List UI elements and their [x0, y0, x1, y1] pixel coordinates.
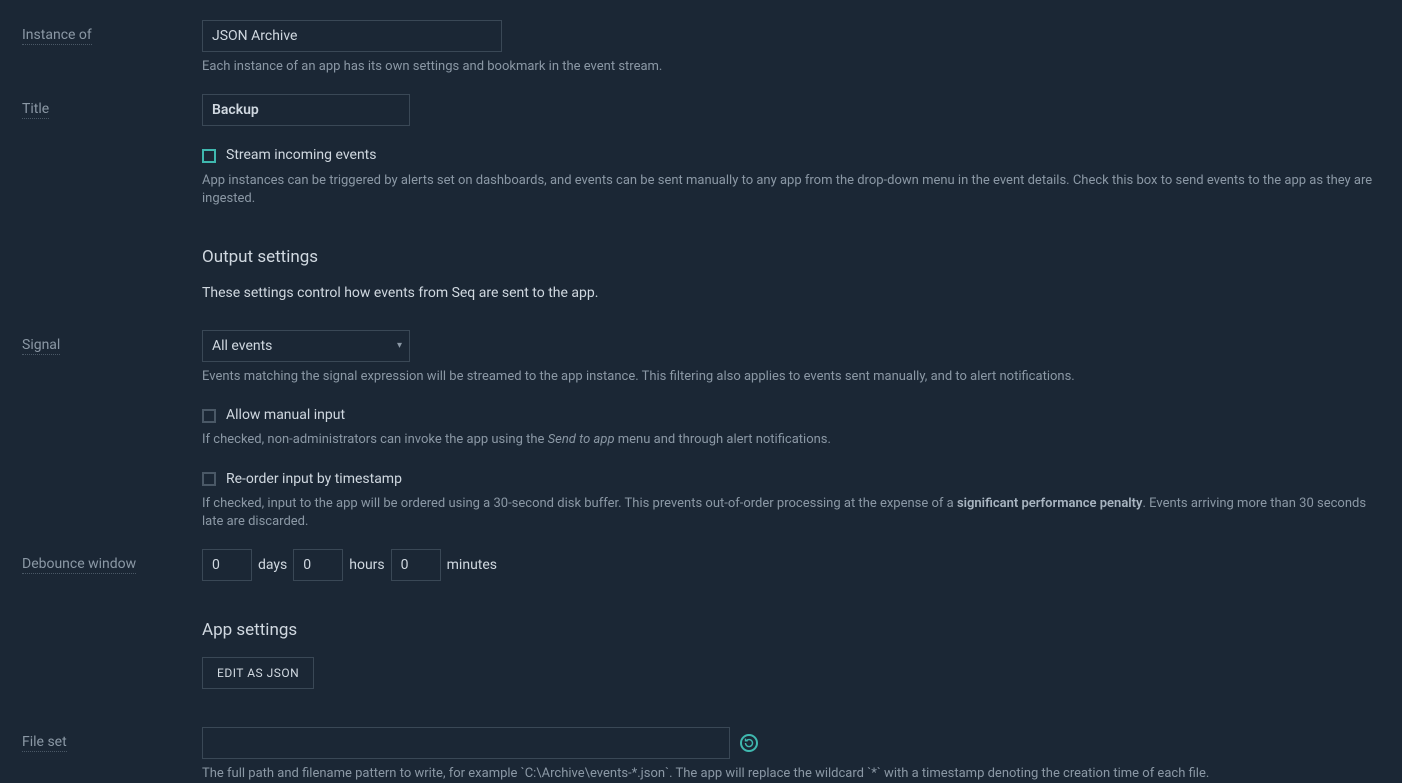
stream-events-checkbox[interactable]	[202, 149, 216, 163]
allow-manual-help: If checked, non-administrators can invok…	[202, 431, 1380, 449]
edit-as-json-button[interactable]: EDIT AS JSON	[202, 657, 314, 689]
instance-of-label: Instance of	[22, 20, 202, 46]
output-settings-heading: Output settings	[202, 246, 1380, 270]
debounce-label: Debounce window	[22, 549, 202, 575]
debounce-minutes-input[interactable]	[391, 549, 441, 581]
file-set-label: File set	[22, 727, 202, 753]
stream-events-help: App instances can be triggered by alerts…	[202, 172, 1380, 208]
allow-manual-checkbox[interactable]	[202, 409, 216, 423]
app-settings-heading: App settings	[202, 619, 1380, 643]
instance-of-input[interactable]	[202, 20, 502, 52]
reorder-help: If checked, input to the app will be ord…	[202, 495, 1380, 531]
stream-events-label: Stream incoming events	[226, 146, 376, 166]
signal-help: Events matching the signal expression wi…	[202, 368, 1380, 386]
reorder-label: Re-order input by timestamp	[226, 470, 402, 490]
debounce-days-label: days	[258, 556, 287, 576]
debounce-days-input[interactable]	[202, 549, 252, 581]
output-settings-desc: These settings control how events from S…	[202, 284, 1380, 304]
signal-select[interactable]: All events	[202, 330, 410, 362]
reset-icon[interactable]	[740, 734, 758, 752]
title-label: Title	[22, 94, 202, 120]
debounce-minutes-label: minutes	[447, 556, 497, 576]
debounce-hours-input[interactable]	[293, 549, 343, 581]
debounce-hours-label: hours	[349, 556, 384, 576]
allow-manual-label: Allow manual input	[226, 406, 345, 426]
title-input[interactable]	[202, 94, 410, 126]
signal-label: Signal	[22, 330, 202, 356]
file-set-help: The full path and filename pattern to wr…	[202, 765, 1380, 783]
file-set-input[interactable]	[202, 727, 730, 759]
instance-of-help: Each instance of an app has its own sett…	[202, 58, 1380, 76]
reorder-checkbox[interactable]	[202, 472, 216, 486]
